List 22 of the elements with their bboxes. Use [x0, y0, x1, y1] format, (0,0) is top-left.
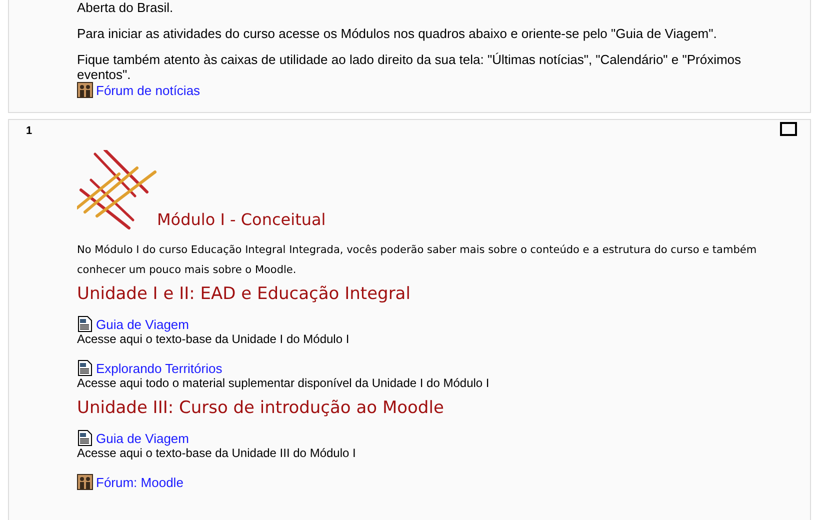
unit-heading: Unidade I e II: EAD e Educação Integral: [77, 284, 412, 304]
document-icon: [77, 430, 93, 446]
unit-heading: Unidade III: Curso de introdução ao Moodle: [77, 398, 445, 418]
forum-icon: [77, 82, 93, 98]
document-icon: [77, 316, 93, 332]
forum-icon: [77, 474, 93, 490]
resource-description: Acesse aqui o texto-base da Unidade III do Módulo I: [77, 446, 357, 460]
module-title: Módulo I - Conceitual: [157, 210, 326, 230]
forum-link[interactable]: Fórum: Moodle: [96, 474, 184, 490]
resource-link[interactable]: Explorando Territórios: [96, 360, 222, 376]
document-icon: [77, 360, 93, 376]
highlight-toggle[interactable]: [780, 122, 797, 136]
resource-link[interactable]: Guia de Viagem: [96, 316, 189, 332]
section-number: 1: [26, 125, 32, 137]
paragraph: Fique também atento às caixas de utilidade ao lado direito da sua tela: "Últimas notícias", "Calendário" e "Próximos eventos".: [77, 52, 742, 82]
paragraph: Para iniciar as atividades do curso acesse os Módulos nos quadros abaixo e oriente-se pelo "Guia de Viagem".: [77, 26, 718, 41]
resource-link[interactable]: Guia de Viagem: [96, 430, 189, 446]
resource-description: Acesse aqui o texto-base da Unidade I do Módulo I: [77, 332, 350, 346]
resource-description: Acesse aqui todo o material suplementar disponível da Unidade I do Módulo I: [77, 376, 490, 390]
forum-link[interactable]: Fórum de notícias: [96, 82, 200, 98]
module-summary: No Módulo I do curso Educação Integral Integrada, vocês poderão saber mais sobre o conteúdo e a estrutura do curso e também conhecer um pouco mais sobre o Moodle.: [77, 243, 758, 278]
paragraph: Aberta do Brasil.: [77, 0, 174, 15]
